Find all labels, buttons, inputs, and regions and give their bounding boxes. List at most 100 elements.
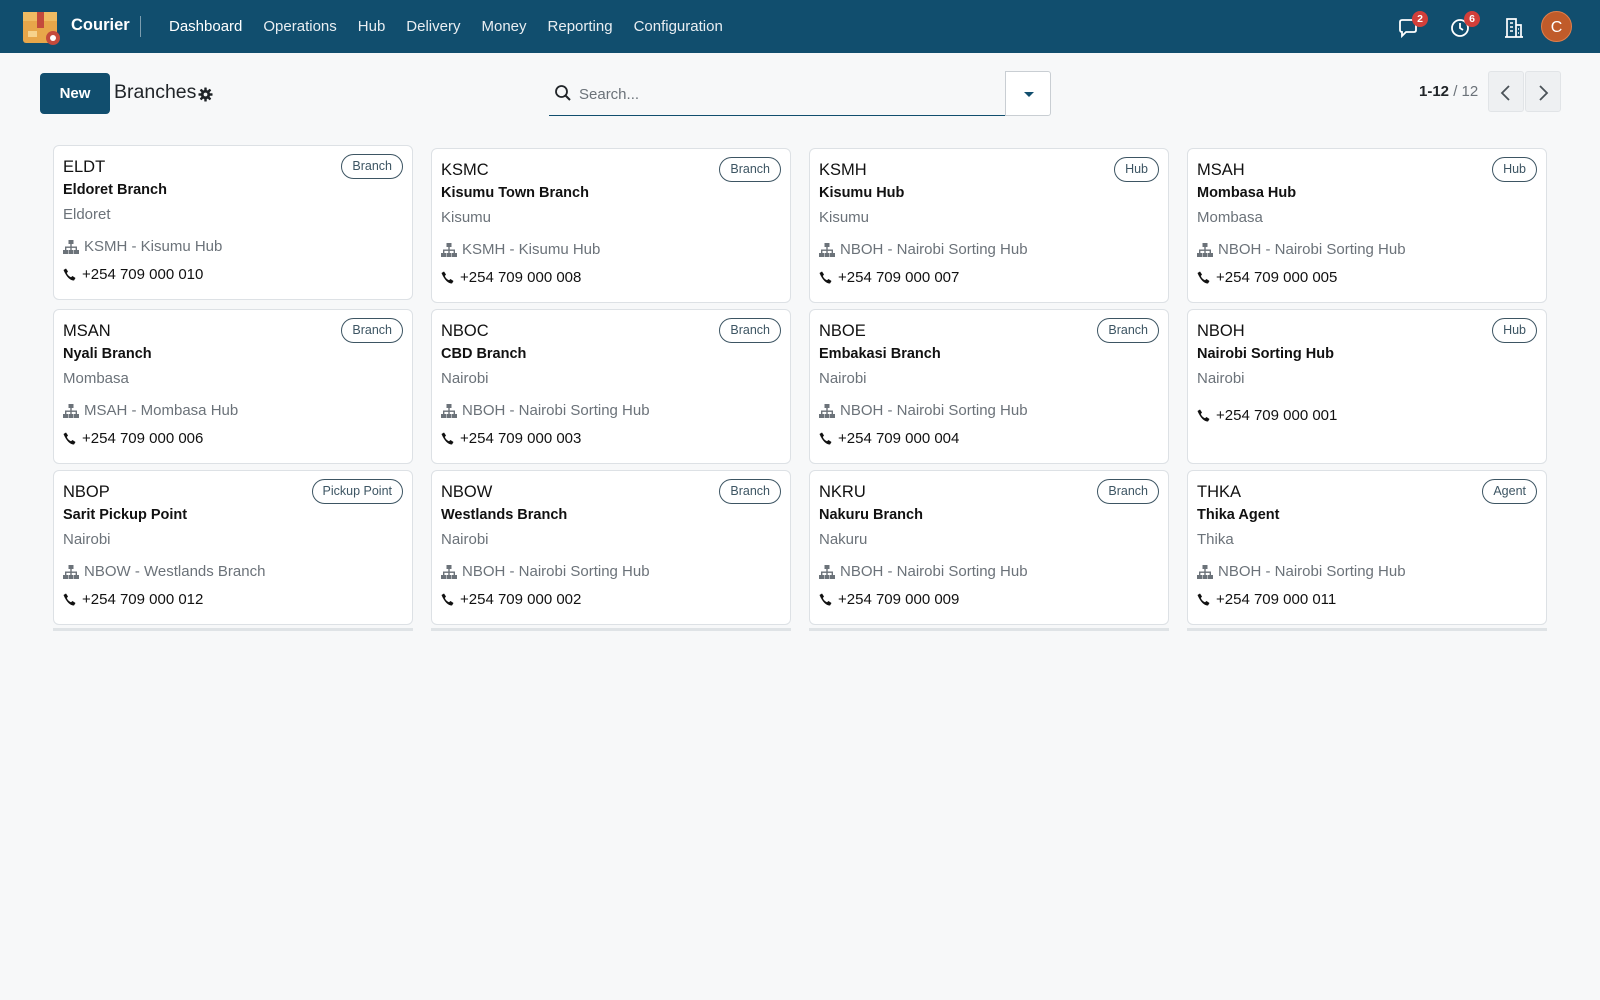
- card-phone-label: +254 709 000 004: [838, 430, 960, 447]
- card-city: Nakuru: [819, 531, 868, 548]
- card-code: NBOW: [441, 483, 493, 501]
- card-name: Eldoret Branch: [63, 182, 167, 198]
- card-phone: +254 709 000 012: [63, 591, 203, 608]
- card-phone-label: +254 709 000 002: [460, 591, 582, 608]
- search-input[interactable]: [579, 81, 989, 107]
- phone-icon: [441, 432, 454, 445]
- menu-item-reporting[interactable]: Reporting: [537, 0, 623, 53]
- user-avatar[interactable]: C: [1541, 11, 1572, 42]
- sitemap-icon: [819, 242, 835, 257]
- card-phone: +254 709 000 004: [819, 430, 959, 447]
- company-switcher-button[interactable]: [1501, 14, 1527, 40]
- card-city: Mombasa: [63, 370, 129, 387]
- kanban-card[interactable]: KSMH Hub Kisumu Hub Kisumu NBOH - Nairobi So…: [809, 148, 1169, 303]
- kanban-card[interactable]: NBOW Branch Westlands Branch Nairobi NBOH - …: [431, 470, 791, 625]
- card-city: Kisumu: [819, 209, 870, 226]
- menu-item-operations[interactable]: Operations: [253, 0, 347, 53]
- card-code: KSMH: [819, 161, 867, 179]
- pager-next-button[interactable]: [1525, 71, 1561, 112]
- phone-icon: [63, 432, 76, 445]
- card-phone-label: +254 709 000 012: [82, 591, 204, 608]
- main-menu: Dashboard Operations Hub Delivery Money …: [169, 0, 733, 53]
- phone-icon: [819, 593, 832, 606]
- card-phone: +254 709 000 008: [441, 269, 581, 286]
- card-phone-label: +254 709 000 011: [1216, 591, 1337, 608]
- search-options-toggle[interactable]: [1005, 71, 1051, 116]
- activities-button[interactable]: 6: [1449, 11, 1480, 40]
- sitemap-icon: [63, 239, 79, 254]
- new-button[interactable]: New: [40, 73, 110, 114]
- messages-button[interactable]: 2: [1397, 11, 1428, 40]
- card-name: Kisumu Hub: [819, 185, 905, 201]
- card-name: Nairobi Sorting Hub: [1197, 346, 1334, 362]
- card-name: Thika Agent: [1197, 507, 1280, 523]
- card-parent: NBOH - Nairobi Sorting Hub: [1197, 563, 1406, 580]
- kanban-ghost-bar: [53, 628, 413, 631]
- card-parent: NBOH - Nairobi Sorting Hub: [1197, 241, 1406, 258]
- card-phone: +254 709 000 005: [1197, 269, 1337, 286]
- pager-previous-button[interactable]: [1488, 71, 1524, 112]
- card-code: ELDT: [63, 158, 106, 176]
- app-name[interactable]: Courier: [71, 16, 130, 35]
- kanban-card[interactable]: KSMC Branch Kisumu Town Branch Kisumu KSMH -…: [431, 148, 791, 303]
- sitemap-icon: [63, 403, 79, 418]
- pager-range[interactable]: 1-12: [1419, 83, 1449, 100]
- card-name: Embakasi Branch: [819, 346, 941, 362]
- kanban-card[interactable]: NBOE Branch Embakasi Branch Nairobi NBOH - N…: [809, 309, 1169, 464]
- phone-icon: [441, 593, 454, 606]
- kanban-card[interactable]: NBOP Pickup Point Sarit Pickup Point Nairob…: [53, 470, 413, 625]
- kanban-card[interactable]: NBOH Hub Nairobi Sorting Hub Nairobi +254 70…: [1187, 309, 1547, 464]
- menu-item-dashboard[interactable]: Dashboard: [169, 0, 253, 53]
- card-name: Sarit Pickup Point: [63, 507, 188, 523]
- card-parent-label: NBOH - Nairobi Sorting Hub: [462, 402, 650, 419]
- card-name: Nakuru Branch: [819, 507, 923, 523]
- card-parent-label: NBOH - Nairobi Sorting Hub: [840, 402, 1028, 419]
- pager-value[interactable]: 1-12 / 12: [1419, 83, 1478, 100]
- kanban-card[interactable]: ELDT Branch Eldoret Branch Eldoret KSMH - Ki…: [53, 145, 413, 300]
- menu-item-delivery[interactable]: Delivery: [396, 0, 471, 53]
- sitemap-icon: [441, 403, 457, 418]
- phone-icon: [819, 432, 832, 445]
- card-city: Nairobi: [63, 531, 111, 548]
- card-parent: MSAH - Mombasa Hub: [63, 402, 238, 419]
- phone-icon: [63, 593, 76, 606]
- card-city: Nairobi: [441, 531, 489, 548]
- card-parent-label: NBOH - Nairobi Sorting Hub: [840, 241, 1028, 258]
- kanban-ghost-bar: [1187, 628, 1547, 631]
- sitemap-icon: [819, 403, 835, 418]
- card-type-badge: Branch: [1097, 479, 1159, 504]
- card-name: Mombasa Hub: [1197, 185, 1297, 201]
- phone-icon: [1197, 593, 1210, 606]
- card-phone: +254 709 000 011: [1197, 591, 1336, 608]
- card-code: NBOE: [819, 322, 866, 340]
- menu-item-hub[interactable]: Hub: [347, 0, 396, 53]
- card-parent-label: MSAH - Mombasa Hub: [84, 402, 239, 419]
- chevron-left-icon: [1500, 85, 1510, 101]
- sitemap-icon: [441, 242, 457, 257]
- kanban-card[interactable]: NBOC Branch CBD Branch Nairobi NBOH - Nairob…: [431, 309, 791, 464]
- card-city: Kisumu: [441, 209, 492, 226]
- menu-item-configuration[interactable]: Configuration: [623, 0, 733, 53]
- kanban-card[interactable]: MSAN Branch Nyali Branch Mombasa MSAH - Momb…: [53, 309, 413, 464]
- card-name: Kisumu Town Branch: [441, 185, 589, 201]
- card-parent: NBOW - Westlands Branch: [63, 563, 265, 580]
- search-bar: [549, 71, 1051, 116]
- caret-down-icon: [1024, 92, 1034, 97]
- card-name: CBD Branch: [441, 346, 527, 362]
- kanban-card[interactable]: MSAH Hub Mombasa Hub Mombasa NBOH - Nairobi …: [1187, 148, 1547, 303]
- sitemap-icon: [1197, 564, 1213, 579]
- card-type-badge: Branch: [341, 154, 403, 179]
- kanban-card[interactable]: THKA Agent Thika Agent Thika NBOH - Nairobi …: [1187, 470, 1547, 625]
- card-phone-label: +254 709 000 003: [460, 430, 582, 447]
- menu-item-money[interactable]: Money: [471, 0, 537, 53]
- gear-icon[interactable]: [198, 87, 213, 102]
- card-code: MSAH: [1197, 161, 1245, 179]
- card-type-badge: Branch: [719, 318, 781, 343]
- kanban-card[interactable]: NKRU Branch Nakuru Branch Nakuru NBOH - Nair…: [809, 470, 1169, 625]
- kanban-ghost-bar: [431, 628, 791, 631]
- card-code: THKA: [1197, 483, 1242, 501]
- card-code: NBOC: [441, 322, 489, 340]
- card-phone-label: +254 709 000 008: [460, 269, 582, 286]
- app-logo-icon[interactable]: [22, 8, 61, 46]
- card-type-badge: Branch: [341, 318, 403, 343]
